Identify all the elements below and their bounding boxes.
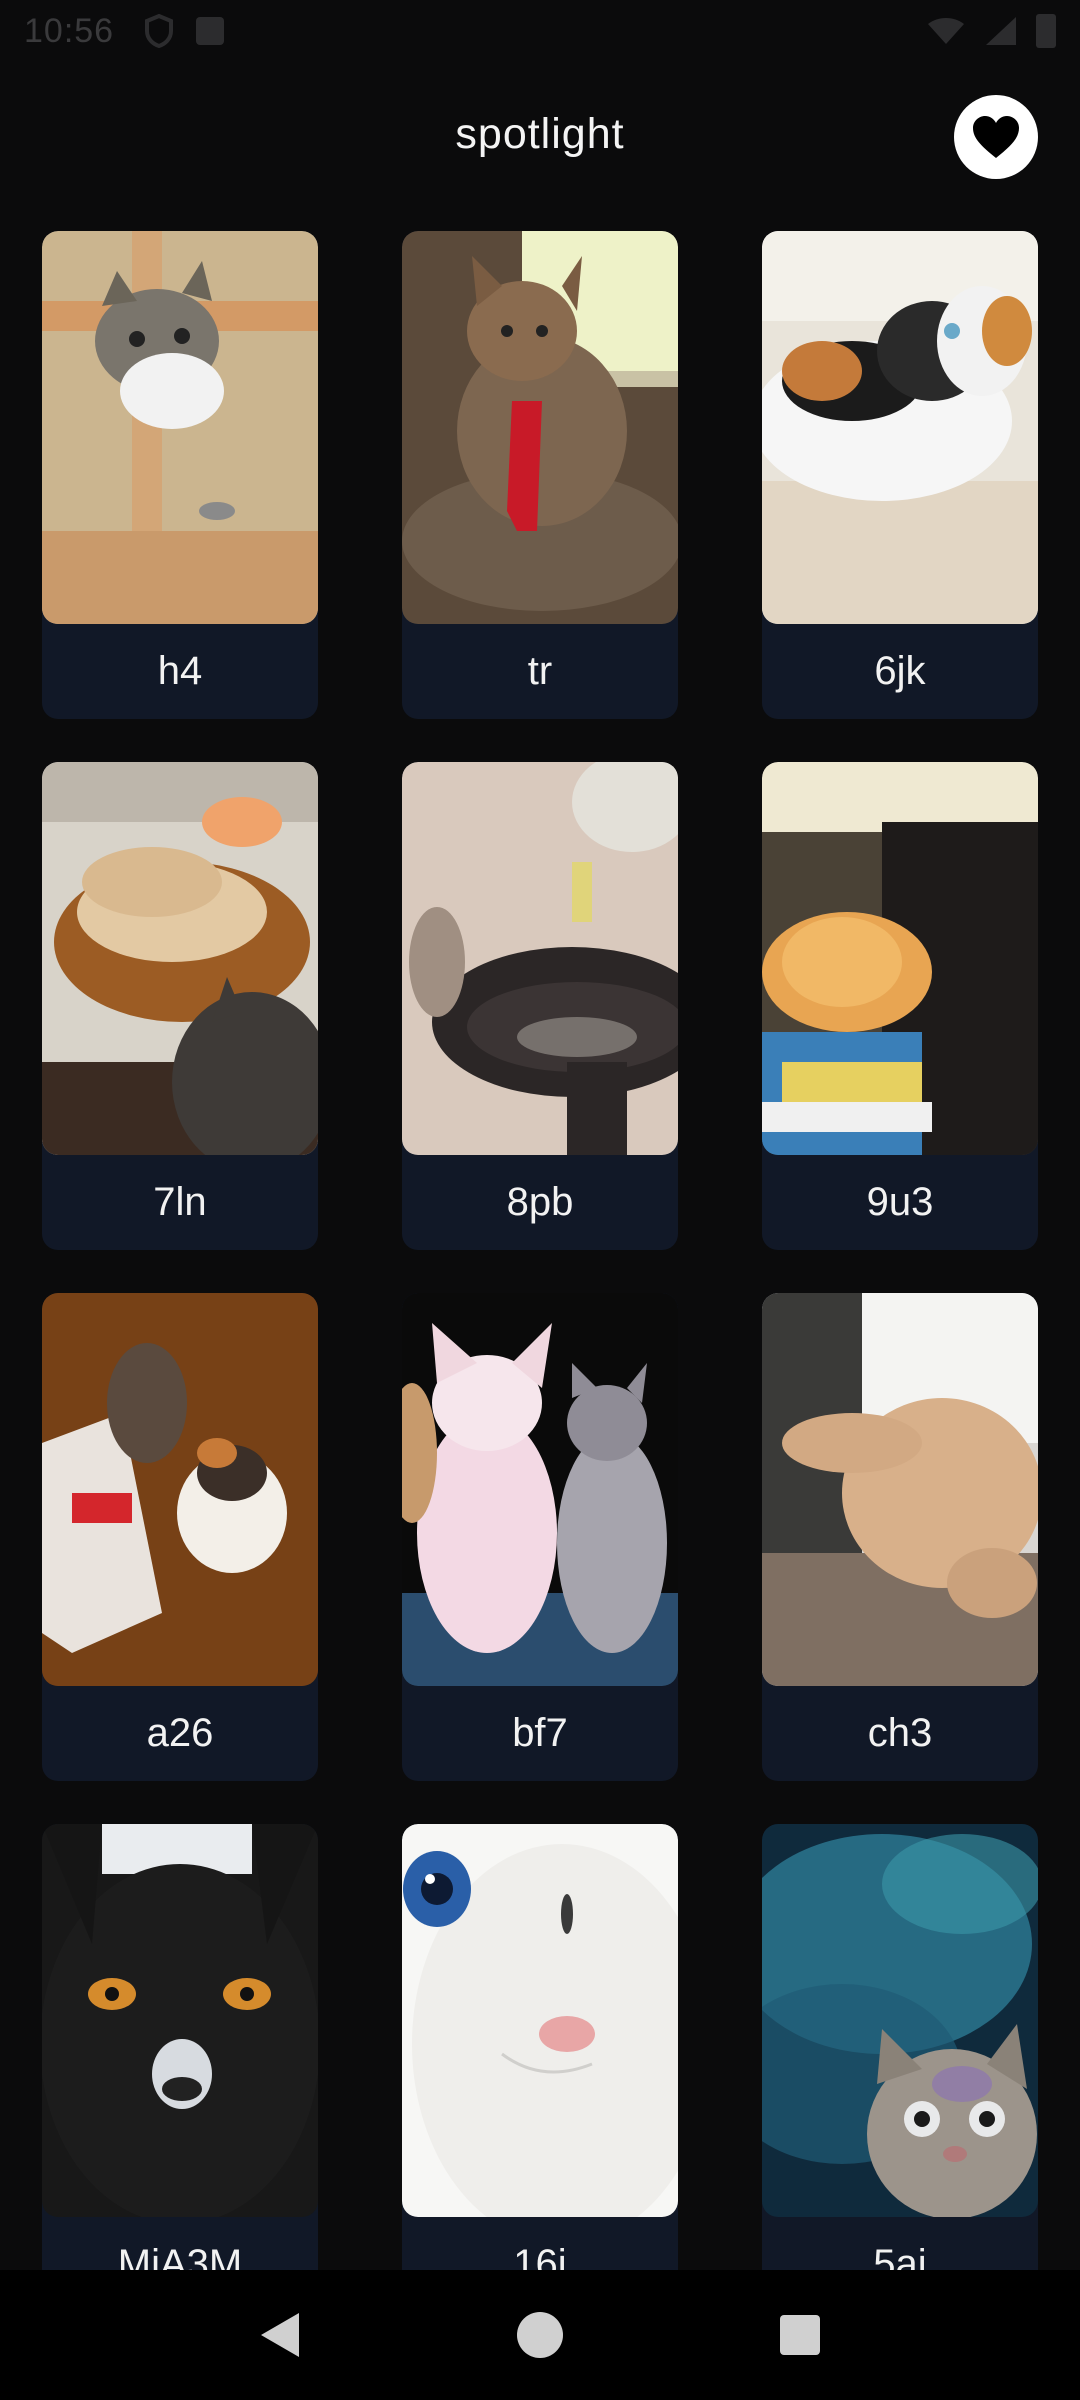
status-bar: 10:56 bbox=[0, 0, 1080, 62]
home-button[interactable] bbox=[495, 2290, 585, 2380]
card-label: 7ln bbox=[153, 1180, 207, 1224]
cat-photo bbox=[42, 1824, 318, 2217]
cat-card[interactable]: bf7 bbox=[402, 1293, 678, 1781]
system-nav-bar bbox=[0, 2270, 1080, 2400]
cat-card[interactable]: a26 bbox=[42, 1293, 318, 1781]
card-label: ch3 bbox=[867, 1711, 933, 1755]
app-header: spotlight bbox=[0, 86, 1080, 186]
cat-grid: h4 tr 6jk 7ln 8pb 9u3 a26 bf7 ch3 MjA3M … bbox=[42, 231, 1038, 2312]
screen: 10:56 spotlight h4 tr 6jk 7ln 8pb 9u3 a2… bbox=[0, 0, 1080, 2400]
cat-photo bbox=[42, 1293, 318, 1686]
recents-button[interactable] bbox=[755, 2290, 845, 2380]
card-label: h4 bbox=[157, 649, 203, 693]
cat-card[interactable]: 16i bbox=[402, 1824, 678, 2312]
battery-icon bbox=[1036, 14, 1056, 48]
cat-photo bbox=[762, 231, 1038, 624]
cat-card[interactable]: tr bbox=[402, 231, 678, 719]
recents-icon bbox=[780, 2315, 820, 2355]
cat-card[interactable]: h4 bbox=[42, 231, 318, 719]
cat-photo bbox=[762, 1824, 1038, 2217]
shield-icon bbox=[145, 14, 174, 48]
card-label: 8pb bbox=[506, 1180, 574, 1224]
cat-photo bbox=[402, 762, 678, 1155]
cat-card[interactable]: MjA3M bbox=[42, 1824, 318, 2312]
card-label: a26 bbox=[146, 1711, 214, 1755]
status-time: 10:56 bbox=[24, 11, 115, 50]
cat-card[interactable]: 8pb bbox=[402, 762, 678, 1250]
signal-icon bbox=[986, 17, 1016, 45]
cat-photo bbox=[762, 762, 1038, 1155]
cat-photo bbox=[762, 1293, 1038, 1686]
back-icon bbox=[261, 2313, 299, 2357]
card-label: 9u3 bbox=[866, 1180, 934, 1224]
cat-card[interactable]: 7ln bbox=[42, 762, 318, 1250]
cat-photo bbox=[42, 762, 318, 1155]
cat-card[interactable]: ch3 bbox=[762, 1293, 1038, 1781]
cat-card[interactable]: 6jk bbox=[762, 231, 1038, 719]
cat-card[interactable]: 5aj bbox=[762, 1824, 1038, 2312]
cat-photo bbox=[402, 1824, 678, 2217]
home-icon bbox=[517, 2312, 563, 2358]
cat-photo bbox=[402, 1293, 678, 1686]
card-label: bf7 bbox=[512, 1711, 568, 1755]
back-button[interactable] bbox=[235, 2290, 325, 2380]
wifi-icon bbox=[928, 18, 964, 44]
heart-icon bbox=[973, 116, 1019, 158]
notification-icon bbox=[196, 17, 225, 45]
cat-photo bbox=[42, 231, 318, 624]
cat-photo bbox=[402, 231, 678, 624]
card-label: tr bbox=[527, 649, 553, 693]
card-label: 6jk bbox=[874, 649, 926, 693]
page-title: spotlight bbox=[455, 110, 625, 158]
favorites-button[interactable] bbox=[954, 95, 1038, 179]
cat-card[interactable]: 9u3 bbox=[762, 762, 1038, 1250]
